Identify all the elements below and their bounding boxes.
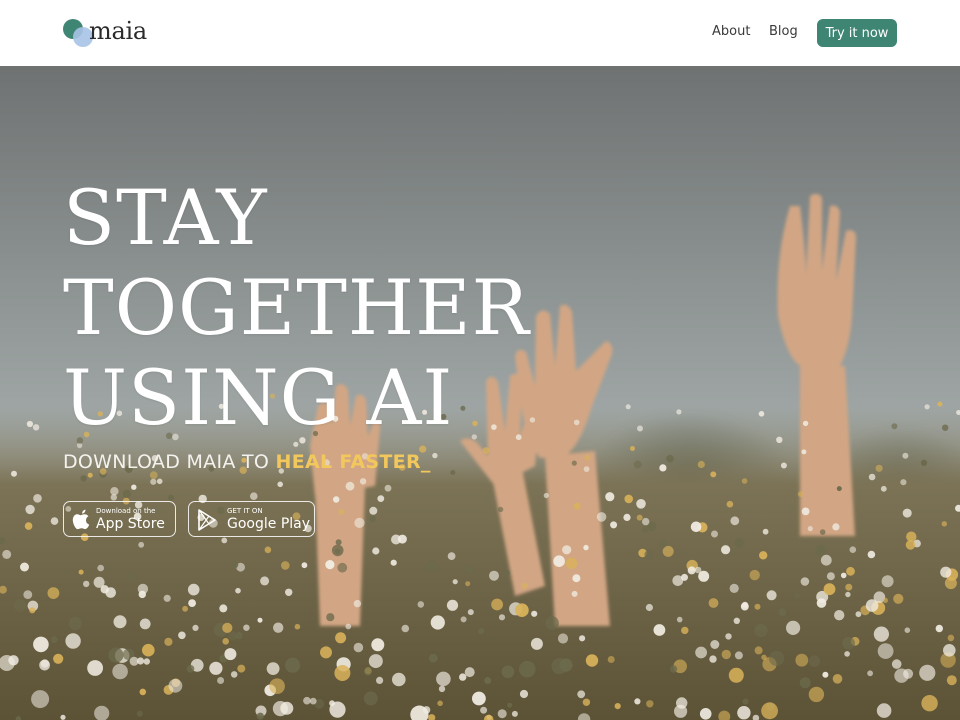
nav-link-about[interactable]: About	[712, 24, 750, 39]
hero-headline: STAY TOGETHER USING AI	[63, 173, 530, 443]
top-nav: maia About Blog Try it now	[0, 0, 960, 66]
brand-name: maia	[89, 17, 147, 45]
headline-line-3: USING AI	[63, 353, 454, 442]
google-play-label: Google Play	[227, 516, 311, 532]
google-play-icon	[198, 509, 216, 531]
app-store-button[interactable]: Download on the App Store	[63, 501, 176, 537]
subheading-text: DOWNLOAD MAIA TO	[63, 451, 276, 473]
apple-icon	[72, 509, 90, 530]
headline-line-2: TOGETHER	[63, 263, 530, 352]
subheading-highlight: HEAL FASTER_	[275, 451, 431, 473]
hero-subheading: DOWNLOAD MAIA TO HEAL FASTER_	[63, 451, 431, 473]
hero-section: STAY TOGETHER USING AI DOWNLOAD MAIA TO …	[0, 66, 960, 720]
headline-line-1: STAY	[63, 173, 268, 262]
app-store-small-text: Download on the	[96, 507, 156, 515]
try-it-now-button[interactable]: Try it now	[817, 19, 897, 47]
google-play-small-text: GET IT ON	[227, 507, 263, 515]
google-play-button[interactable]: GET IT ON Google Play	[188, 501, 315, 537]
nav-link-blog[interactable]: Blog	[769, 24, 798, 39]
brand-logo[interactable]: maia	[62, 16, 162, 50]
app-store-label: App Store	[96, 516, 165, 532]
